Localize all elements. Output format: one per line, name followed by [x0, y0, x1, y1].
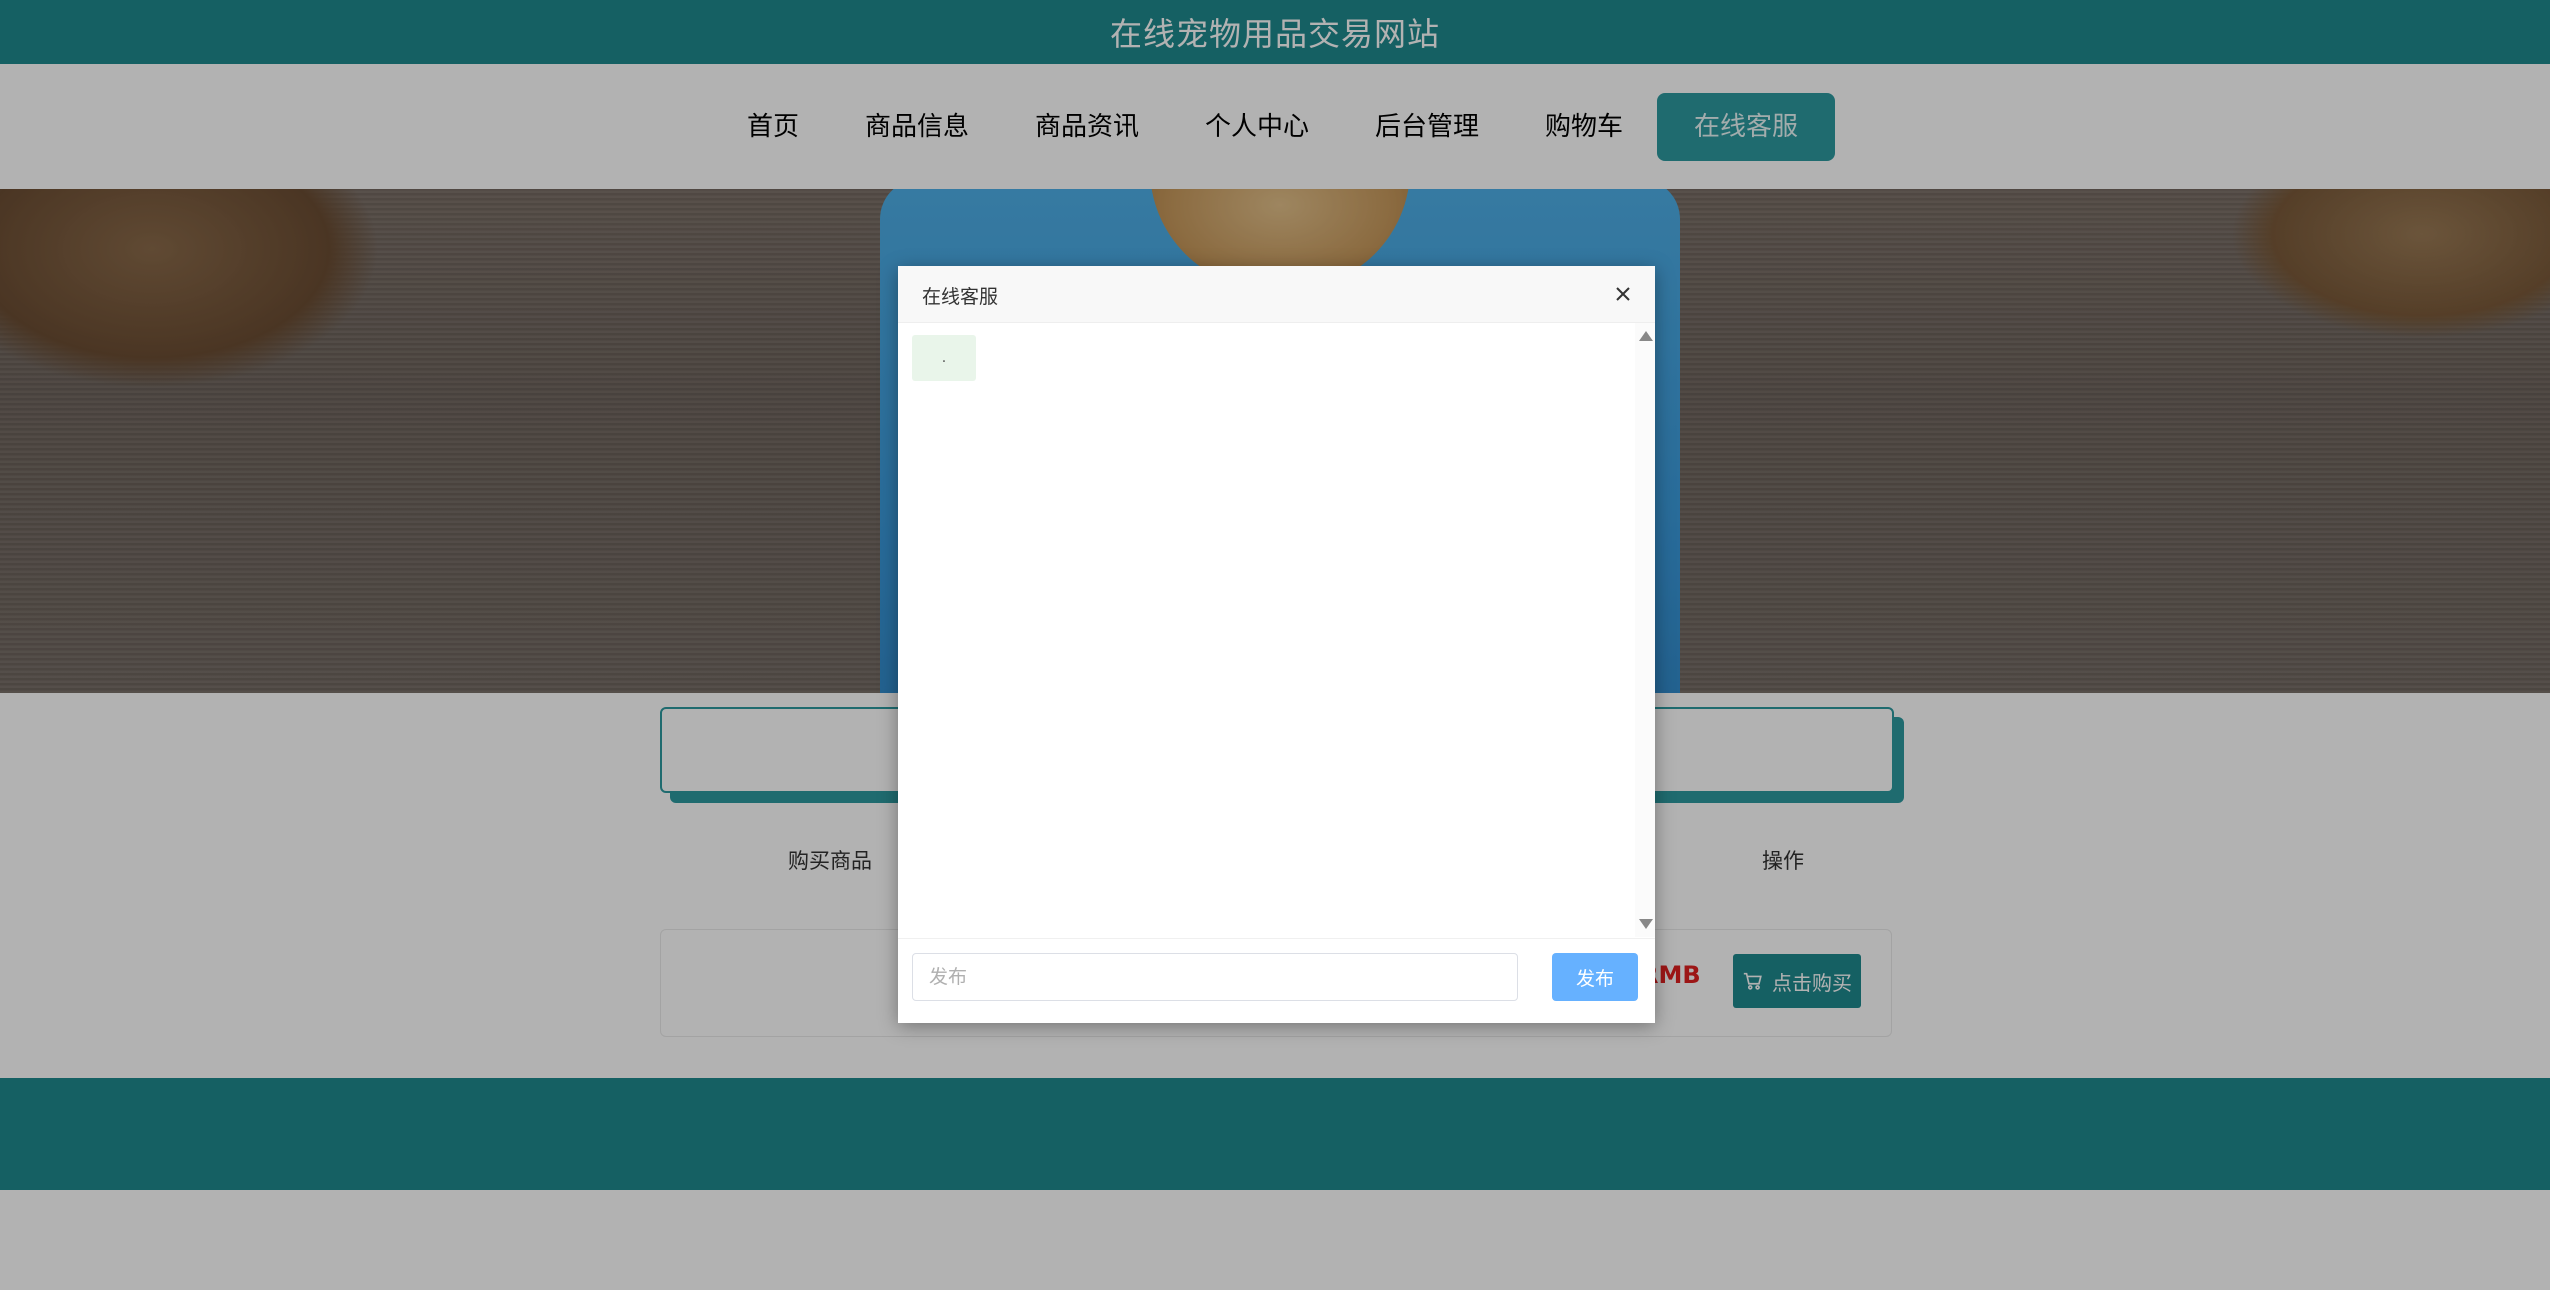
chat-scrollbar[interactable] [1635, 323, 1655, 937]
dialog-header: 在线客服 [898, 266, 1655, 323]
scroll-up-icon[interactable] [1639, 331, 1653, 341]
scroll-down-icon[interactable] [1639, 919, 1653, 929]
chat-message: . [912, 335, 976, 381]
close-icon[interactable] [1610, 281, 1636, 307]
dialog-title: 在线客服 [922, 286, 999, 308]
send-button[interactable]: 发布 [1552, 953, 1638, 1001]
chat-messages[interactable]: . [898, 323, 1655, 937]
dialog-footer: 发布 [898, 938, 1655, 1023]
message-input[interactable] [912, 953, 1518, 1001]
online-service-dialog: 在线客服 . 发布 [898, 266, 1655, 1023]
